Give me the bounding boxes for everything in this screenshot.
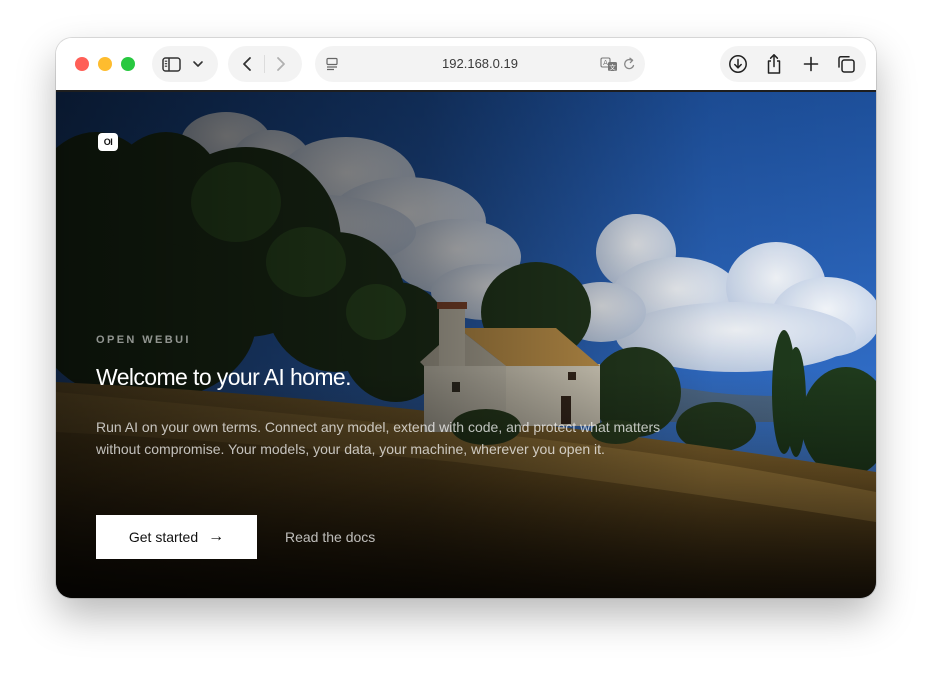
- hero-section: OI OPEN WEBUI Welcome to your AI home. R…: [56, 92, 876, 598]
- browser-window: 192.168.0.19 A文 OI OPEN WEBUI Welcome to…: [56, 38, 876, 598]
- sidebar-icon[interactable]: [160, 54, 182, 74]
- browser-toolbar: 192.168.0.19 A文: [56, 38, 876, 92]
- get-started-button[interactable]: Get started →: [96, 515, 257, 559]
- share-icon[interactable]: [763, 52, 785, 76]
- translate-icon[interactable]: A文: [599, 55, 619, 73]
- hero-eyebrow: OPEN WEBUI: [96, 334, 191, 346]
- navigation-controls: [228, 46, 302, 82]
- hero-headline: Welcome to your AI home.: [96, 364, 352, 390]
- toolbar-actions: [720, 46, 866, 82]
- sidebar-controls: [152, 46, 218, 82]
- plus-icon[interactable]: [800, 53, 822, 75]
- url-text[interactable]: 192.168.0.19: [315, 46, 645, 82]
- zoom-window-button[interactable]: [121, 57, 135, 71]
- open-webui-logo[interactable]: OI: [98, 133, 118, 151]
- hero-description: Run AI on your own terms. Connect any mo…: [96, 419, 661, 457]
- chevron-right-icon[interactable]: [270, 54, 292, 74]
- chevron-left-icon[interactable]: [236, 54, 258, 74]
- svg-text:A: A: [603, 59, 608, 67]
- download-icon[interactable]: [727, 53, 749, 75]
- arrow-right-icon: →: [208, 528, 225, 545]
- read-docs-link[interactable]: Read the docs: [285, 515, 375, 559]
- svg-text:文: 文: [609, 62, 616, 71]
- get-started-label: Get started: [128, 529, 199, 545]
- reload-icon[interactable]: [621, 56, 637, 72]
- address-bar[interactable]: 192.168.0.19 A文: [315, 46, 645, 82]
- close-window-button[interactable]: [75, 57, 89, 71]
- tabs-icon[interactable]: [835, 53, 857, 75]
- chevron-down-icon[interactable]: [190, 56, 206, 72]
- minimize-window-button[interactable]: [98, 57, 112, 71]
- nav-divider: [264, 55, 265, 73]
